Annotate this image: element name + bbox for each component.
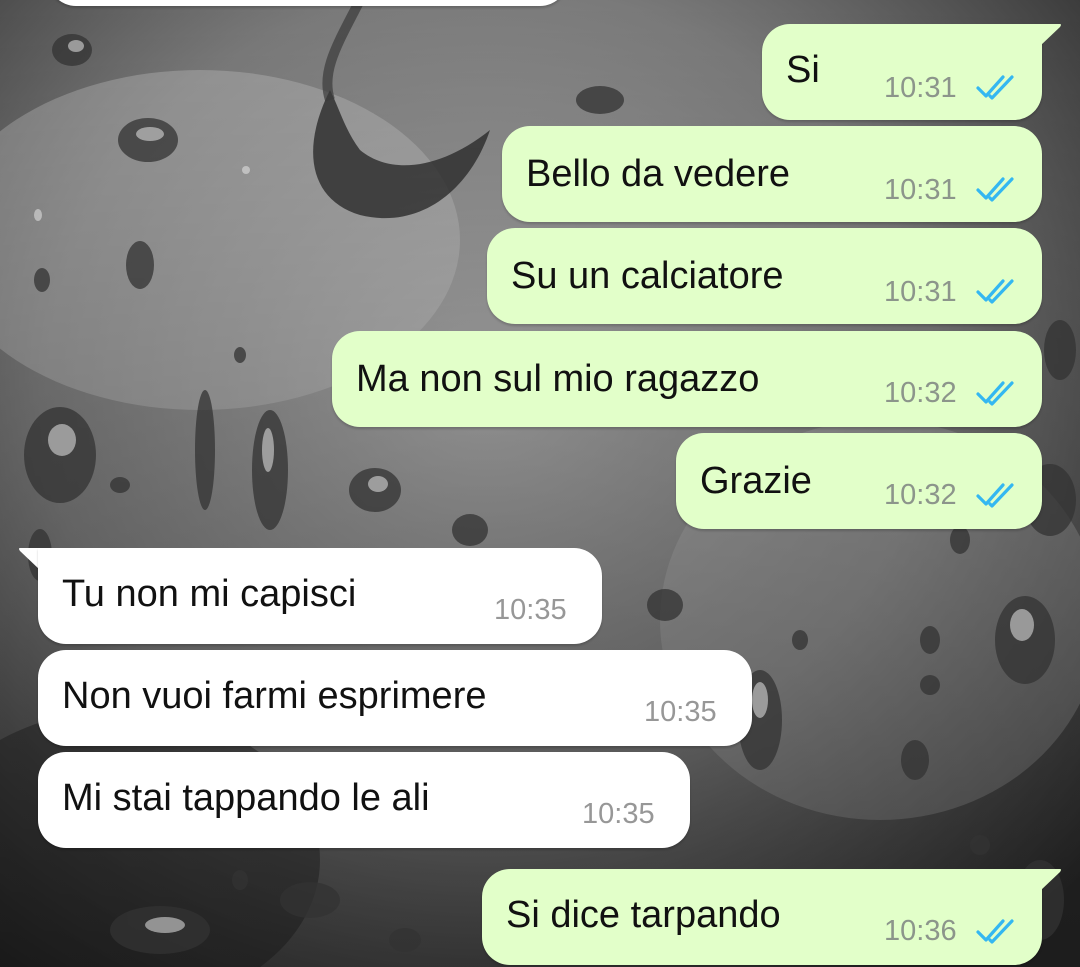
- message-time: 10:31: [884, 174, 957, 206]
- bubble-tail: [1040, 24, 1061, 46]
- double-check-icon: [976, 919, 1014, 944]
- outgoing-message-bubble[interactable]: Si dice tarpando 10:36: [482, 869, 1042, 965]
- double-check-icon: [976, 177, 1014, 202]
- incoming-message-bubble[interactable]: Non vuoi farmi esprimere 10:35: [38, 650, 752, 746]
- message-text: Si dice tarpando: [506, 894, 781, 936]
- double-check-icon: [976, 483, 1014, 508]
- message-text: Grazie: [700, 460, 812, 502]
- message-time: 10:32: [884, 479, 957, 511]
- chat-message-list[interactable]: Si 10:31 Bello da vedere 10:31 Su un cal…: [0, 0, 1080, 967]
- message-time: 10:31: [884, 72, 957, 104]
- message-time: 10:32: [884, 377, 957, 409]
- message-time: 10:35: [644, 696, 717, 728]
- message-time: 10:31: [884, 276, 957, 308]
- double-check-icon: [976, 279, 1014, 304]
- message-time: 10:36: [884, 915, 957, 947]
- double-check-icon: [976, 75, 1014, 100]
- message-text: Bello da vedere: [526, 153, 791, 195]
- message-time: 10:35: [582, 798, 655, 830]
- incoming-message-bubble[interactable]: Mi stai tappando le ali 10:35: [38, 752, 690, 848]
- double-check-icon: [976, 381, 1014, 406]
- outgoing-message-bubble[interactable]: Ma non sul mio ragazzo 10:32: [332, 331, 1042, 427]
- outgoing-message-bubble[interactable]: Grazie 10:32: [676, 433, 1042, 529]
- message-text: Su un calciatore: [511, 255, 784, 297]
- incoming-message-bubble[interactable]: Tu non mi capisci 10:35: [38, 548, 602, 644]
- message-time: 10:35: [494, 594, 567, 626]
- message-text: Si: [786, 49, 820, 91]
- bubble-tail: [19, 548, 40, 570]
- outgoing-message-bubble[interactable]: Bello da vedere 10:31: [502, 126, 1042, 222]
- previous-message-bubble[interactable]: [48, 0, 568, 6]
- message-text: Mi stai tappando le ali: [62, 777, 430, 819]
- message-text: Ma non sul mio ragazzo: [356, 358, 760, 400]
- outgoing-message-bubble[interactable]: Su un calciatore 10:31: [487, 228, 1042, 324]
- outgoing-message-bubble[interactable]: Si 10:31: [762, 24, 1042, 120]
- message-text: Tu non mi capisci: [62, 573, 357, 615]
- bubble-tail: [1040, 869, 1061, 891]
- message-text: Non vuoi farmi esprimere: [62, 675, 487, 717]
